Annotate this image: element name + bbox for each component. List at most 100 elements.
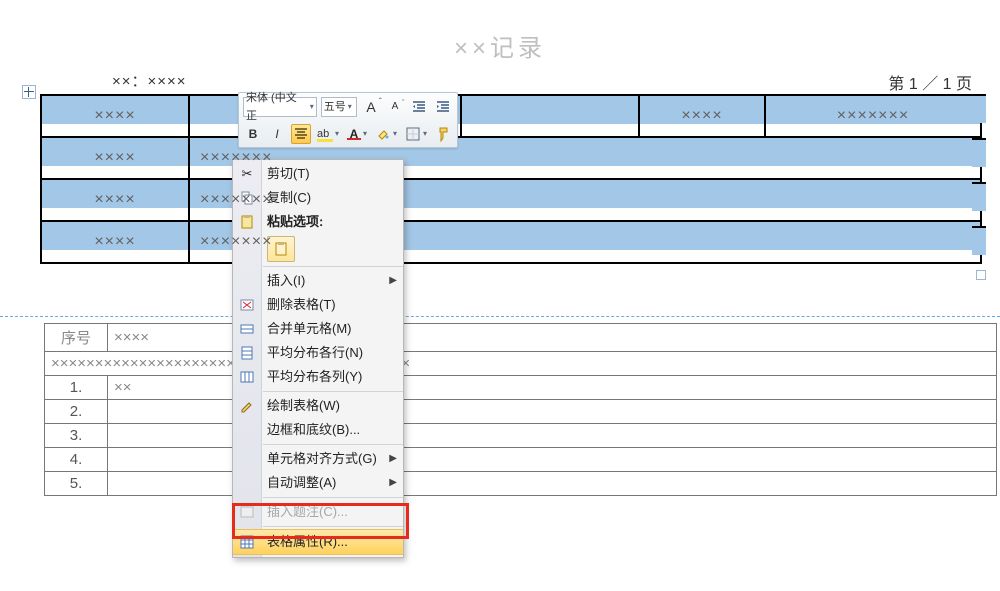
table-row[interactable]: 5. [45,472,997,496]
table-row[interactable]: 1. ×× [45,376,997,400]
row-number[interactable]: 2. [45,400,108,424]
menu-table-properties[interactable]: 表格属性(R)... [233,529,403,555]
menu-label: 合并单元格(M) [267,317,352,341]
caption-icon [237,502,257,522]
shading-color-button[interactable]: ▾ [373,124,399,144]
menu-insert[interactable]: 插入(I) ▶ [233,269,403,293]
table-row[interactable]: ×××× ×××× ××××××× [41,95,981,137]
decrease-indent-button[interactable] [409,97,429,117]
table-row[interactable]: 4. [45,448,997,472]
table-cell[interactable]: ×××× [41,221,189,263]
shrink-font-button[interactable]: Aˇ [385,97,405,117]
menu-label: 绘制表格(W) [267,394,340,418]
delete-table-icon [237,295,257,315]
chevron-down-icon: ▾ [423,129,427,138]
cell-text: ××××××× [190,186,980,214]
table-properties-icon [237,532,257,552]
menu-label: 边框和底纹(B)... [267,418,360,442]
font-color-button[interactable]: A▾ [345,124,369,144]
menu-autofit[interactable]: 自动调整(A) ▶ [233,471,403,495]
menu-label: 单元格对齐方式(G) [267,447,377,471]
table-cell[interactable]: ×××× [41,179,189,221]
table-move-handle-icon[interactable] [22,85,36,99]
table-row[interactable]: ×××× ××××××× [41,221,981,263]
cell-text: ××××××× [190,144,980,172]
menu-label: 插入题注(C)... [267,500,348,524]
table-resize-handle-icon[interactable] [976,270,986,280]
selected-table[interactable]: ×××× ×××× ××××××× ×××× ××××××× ×××× ××××… [40,94,982,264]
increase-indent-button[interactable] [433,97,453,117]
italic-button[interactable]: I [267,124,287,144]
format-painter-button[interactable] [433,124,453,144]
cell-text: ×××× [42,102,188,130]
table-cell[interactable]: ×××× [41,137,189,179]
menu-delete-table[interactable]: 删除表格(T) [233,293,403,317]
menu-dist-cols[interactable]: 平均分布各列(Y) [233,365,403,389]
menu-label: 插入(I) [267,269,305,293]
cell-text: ×××× [42,144,188,172]
table-row[interactable]: 2. [45,400,997,424]
list-table[interactable]: 序号 ×××× ××××××××××××××××××××××××××××××××… [44,323,997,496]
grow-font-button[interactable]: Aˆ [361,97,381,117]
menu-dist-rows[interactable]: 平均分布各行(N) [233,341,403,365]
table-cell[interactable] [461,95,639,137]
chevron-down-icon: ▾ [348,98,352,116]
table-span-cell[interactable]: ××××××××××××××××××××××××××××××××××××××××… [45,352,997,376]
menu-separator [263,391,403,392]
menu-label: 自动调整(A) [267,471,336,495]
table-row[interactable]: 3. [45,424,997,448]
menu-borders-shading[interactable]: 边框和底纹(B)... [233,418,403,442]
table-row[interactable]: ××××××××××××××××××××××××××××××××××××××××… [45,352,997,376]
row-number[interactable]: 5. [45,472,108,496]
font-size-select[interactable]: 五号▾ [321,97,357,117]
chevron-down-icon: ▾ [393,129,397,138]
font-size-value: 五号 [324,98,346,116]
bold-button[interactable]: B [243,124,263,144]
row-number[interactable]: 1. [45,376,108,400]
submenu-arrow-icon: ▶ [389,447,397,471]
chevron-down-icon: ▾ [310,98,314,116]
doc-title: ××记录 [0,28,1000,63]
italic-icon: I [275,127,278,141]
mini-format-toolbar[interactable]: 宋体 (中文正▾ 五号▾ Aˆ Aˇ B I ab▾ A▾ ▾ ▾ [238,92,458,148]
menu-draw-table[interactable]: 绘制表格(W) [233,394,403,418]
cell-text: ××××××× [190,228,980,256]
menu-separator [263,526,403,527]
borders-button[interactable]: ▾ [403,124,429,144]
menu-label: 删除表格(T) [267,293,336,317]
cell-text: ××××××× [766,102,980,130]
chevron-down-icon: ▾ [335,129,339,138]
table-context-menu[interactable]: ✂ 剪切(T) 复制(C) 粘贴选项: 插入(I) ▶ 删除表格(T) 合并单元… [232,159,404,558]
highlight-color-button[interactable]: ab▾ [315,124,341,144]
table-cell[interactable]: ×××× [41,95,189,137]
row-number[interactable]: 4. [45,448,108,472]
menu-separator [263,444,403,445]
cell-text: ×××× [42,228,188,256]
submenu-arrow-icon: ▶ [389,269,397,293]
table-cell[interactable]: ××××××× [765,95,981,137]
row-number[interactable]: 3. [45,424,108,448]
menu-separator [263,266,403,267]
distribute-rows-icon [237,343,257,363]
font-name-select[interactable]: 宋体 (中文正▾ [243,97,317,117]
font-color-icon: A [350,127,359,141]
bold-icon: B [249,127,258,141]
merge-cells-icon [237,319,257,339]
page-break-divider [0,316,1000,317]
col-header-number[interactable]: 序号 [45,324,108,352]
menu-label: 平均分布各行(N) [267,341,363,365]
menu-label: 表格属性(R)... [267,530,348,554]
menu-cell-align[interactable]: 单元格对齐方式(G) ▶ [233,447,403,471]
chevron-down-icon: ▾ [363,129,367,138]
table-cell[interactable]: ×××× [639,95,765,137]
menu-separator [263,497,403,498]
table-row[interactable]: 序号 ×××× [45,324,997,352]
distribute-cols-icon [237,367,257,387]
table-row[interactable]: ×××× ××××××× [41,137,981,179]
table-row[interactable]: ×××× ××××××× [41,179,981,221]
align-center-button[interactable] [291,124,311,144]
menu-merge-cells[interactable]: 合并单元格(M) [233,317,403,341]
doc-header-left: ××：×××× [112,70,187,91]
menu-label: 平均分布各列(Y) [267,365,362,389]
menu-insert-caption: 插入题注(C)... [233,500,403,524]
